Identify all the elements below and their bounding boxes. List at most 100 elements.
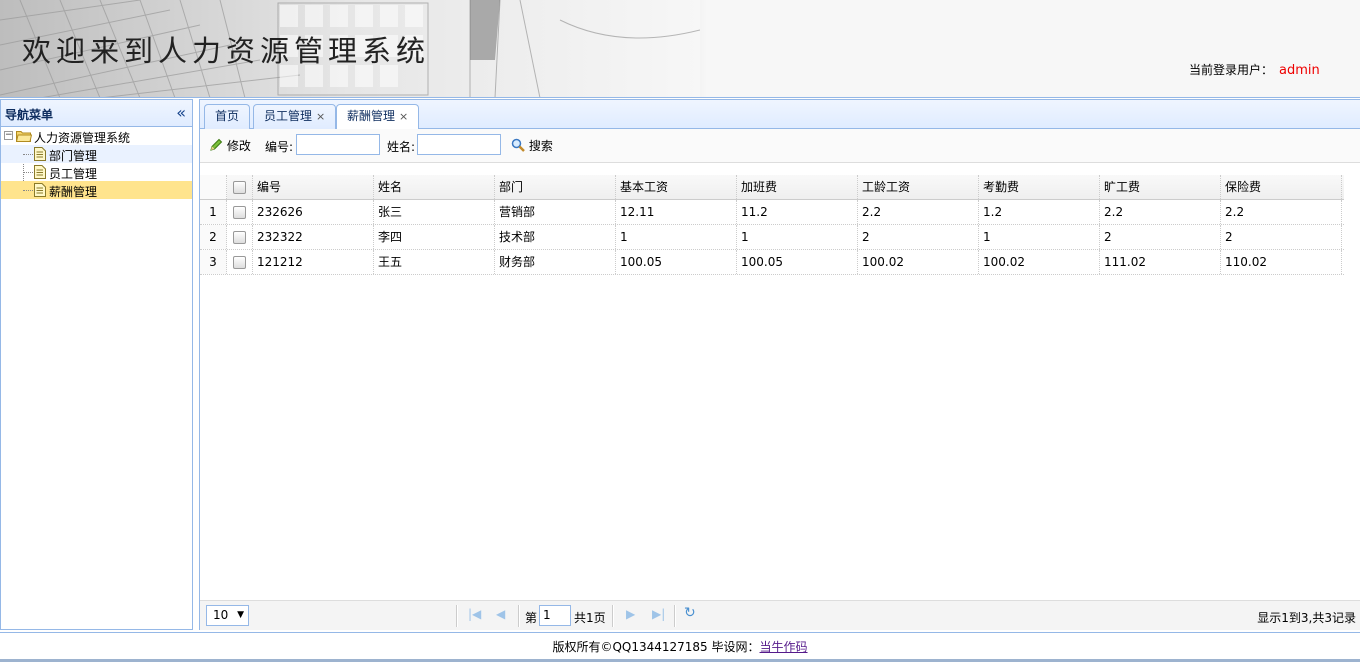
table-cell: 2.2 xyxy=(858,200,979,224)
dropdown-arrow-icon: ▼ xyxy=(237,610,244,620)
table-cell: 1 xyxy=(979,225,1100,249)
table-cell: 1 xyxy=(737,225,858,249)
first-page-icon[interactable]: |◀ xyxy=(468,607,481,621)
nav-title: 导航菜单 xyxy=(5,108,54,122)
document-icon xyxy=(34,147,46,161)
name-label: 姓名: xyxy=(387,140,416,154)
document-icon xyxy=(34,165,46,179)
column-header[interactable]: 工龄工资 xyxy=(858,175,979,199)
next-page-icon[interactable]: ▶ xyxy=(626,607,635,621)
page-number-input[interactable]: 1 xyxy=(539,605,571,626)
row-checkbox[interactable] xyxy=(227,225,253,249)
table-cell: 王五 xyxy=(374,250,495,274)
tab-home[interactable]: 首页 xyxy=(204,104,251,129)
page-size-value: 10 xyxy=(213,608,229,622)
toolbar: 修改 编号: 姓名: 搜索 xyxy=(200,129,1360,163)
table-cell: 1.2 xyxy=(979,200,1100,224)
document-icon xyxy=(34,183,46,197)
close-icon[interactable]: × xyxy=(399,110,408,123)
prev-page-icon[interactable]: ◀ xyxy=(496,607,505,621)
row-checkbox[interactable] xyxy=(227,250,253,274)
select-all-checkbox[interactable] xyxy=(227,175,253,199)
checkbox-icon xyxy=(233,205,246,219)
double-chevron-left-icon[interactable]: « xyxy=(176,103,186,122)
search-label: 搜索 xyxy=(528,139,553,153)
id-search-input[interactable] xyxy=(296,134,380,155)
tab-bar: 首页 员工管理 × 薪酬管理 × xyxy=(200,100,1360,130)
tab-employee[interactable]: 员工管理 × xyxy=(253,104,337,129)
column-header[interactable]: 保险费 xyxy=(1221,175,1342,199)
table-cell: 1 xyxy=(616,225,737,249)
sidebar-item-label: 薪酬管理 xyxy=(49,185,98,199)
sidebar-item-label: 部门管理 xyxy=(49,149,98,163)
table-row[interactable]: 1 232626 张三 营销部 12.11 11.2 2.2 1.2 2.2 2… xyxy=(200,200,1344,225)
close-icon[interactable]: × xyxy=(316,110,325,123)
column-header[interactable]: 姓名 xyxy=(374,175,495,199)
row-number: 2 xyxy=(200,225,227,249)
table-cell: 100.05 xyxy=(616,250,737,274)
table-row[interactable]: 2 232322 李四 技术部 1 1 2 1 2 2 xyxy=(200,225,1344,250)
page-info: 显示1到3,共3记录 xyxy=(1257,611,1356,625)
table-cell: 110.02 xyxy=(1221,250,1342,274)
table-cell: 李四 xyxy=(374,225,495,249)
tree-root[interactable]: − 人力资源管理系统 xyxy=(1,127,192,145)
table-cell: 财务部 xyxy=(495,250,616,274)
page-title: 欢迎来到人力资源管理系统 xyxy=(22,34,431,68)
sidebar-item-label: 员工管理 xyxy=(49,167,98,181)
id-label: 编号: xyxy=(265,140,294,154)
table-cell: 100.02 xyxy=(858,250,979,274)
table-cell: 232322 xyxy=(253,225,374,249)
nav-tree: − 人力资源管理系统 部门管理 员工管理 薪酬管理 xyxy=(1,127,192,199)
table-row[interactable]: 3 121212 王五 财务部 100.05 100.05 100.02 100… xyxy=(200,250,1344,275)
row-number: 3 xyxy=(200,250,227,274)
column-header[interactable]: 旷工费 xyxy=(1100,175,1221,199)
table-cell: 2.2 xyxy=(1100,200,1221,224)
navigation-panel: 导航菜单 « − 人力资源管理系统 部门管理 员工管理 薪酬管理 xyxy=(0,99,193,630)
collapse-toggle-icon[interactable]: − xyxy=(4,131,13,140)
name-search-input[interactable] xyxy=(417,134,501,155)
pagination-bar: 10 ▼ |◀ ◀ 第 1 共1页 ▶ ▶| ↻ 显示1到3,共3记录 xyxy=(200,600,1360,630)
tab-label: 薪酬管理 xyxy=(347,109,396,123)
page-footer: 版权所有©QQ1344127185 毕设网：当牛作码 xyxy=(0,632,1360,662)
table-cell: 11.2 xyxy=(737,200,858,224)
page-size-select[interactable]: 10 ▼ xyxy=(206,605,249,626)
folder-open-icon xyxy=(16,131,32,142)
last-page-icon[interactable]: ▶| xyxy=(652,607,665,621)
sidebar-item-department[interactable]: 部门管理 xyxy=(1,145,192,163)
search-button[interactable]: 搜索 xyxy=(511,137,553,154)
table-cell: 232626 xyxy=(253,200,374,224)
column-header[interactable]: 加班费 xyxy=(737,175,858,199)
main-panel: 首页 员工管理 × 薪酬管理 × 修改 编号: 姓名: 搜索 编号 姓名 部门 … xyxy=(199,99,1360,630)
current-user: 当前登录用户： admin xyxy=(1189,61,1320,78)
row-checkbox[interactable] xyxy=(227,200,253,224)
table-cell: 2 xyxy=(858,225,979,249)
table-cell: 2 xyxy=(1221,225,1342,249)
table-cell: 2.2 xyxy=(1221,200,1342,224)
page-header: 欢迎来到人力资源管理系统 当前登录用户： admin xyxy=(0,0,1360,98)
checkbox-icon xyxy=(233,180,246,194)
column-header[interactable]: 考勤费 xyxy=(979,175,1100,199)
tree-root-label: 人力资源管理系统 xyxy=(34,131,131,145)
table-cell: 100.02 xyxy=(979,250,1100,274)
column-header[interactable]: 部门 xyxy=(495,175,616,199)
tab-label: 首页 xyxy=(215,109,240,123)
table-cell: 张三 xyxy=(374,200,495,224)
copyright-text: 版权所有©QQ1344127185 毕设网： xyxy=(552,640,760,654)
table-cell: 12.11 xyxy=(616,200,737,224)
tab-salary[interactable]: 薪酬管理 × xyxy=(336,104,420,130)
table-cell: 营销部 xyxy=(495,200,616,224)
table-cell: 121212 xyxy=(253,250,374,274)
tab-label: 员工管理 xyxy=(264,109,313,123)
sidebar-item-employee[interactable]: 员工管理 xyxy=(1,163,192,181)
table-cell: 技术部 xyxy=(495,225,616,249)
refresh-icon[interactable]: ↻ xyxy=(684,605,696,621)
sidebar-item-salary[interactable]: 薪酬管理 xyxy=(1,181,192,199)
salary-table: 编号 姓名 部门 基本工资 加班费 工龄工资 考勤费 旷工费 保险费 1 232… xyxy=(200,175,1344,275)
column-header[interactable]: 编号 xyxy=(253,175,374,199)
footer-link[interactable]: 当牛作码 xyxy=(760,640,808,654)
column-header[interactable]: 基本工资 xyxy=(616,175,737,199)
checkbox-icon xyxy=(233,255,246,269)
current-user-label: 当前登录用户： xyxy=(1189,63,1274,77)
table-cell: 111.02 xyxy=(1100,250,1221,274)
edit-button[interactable]: 修改 xyxy=(209,137,251,154)
